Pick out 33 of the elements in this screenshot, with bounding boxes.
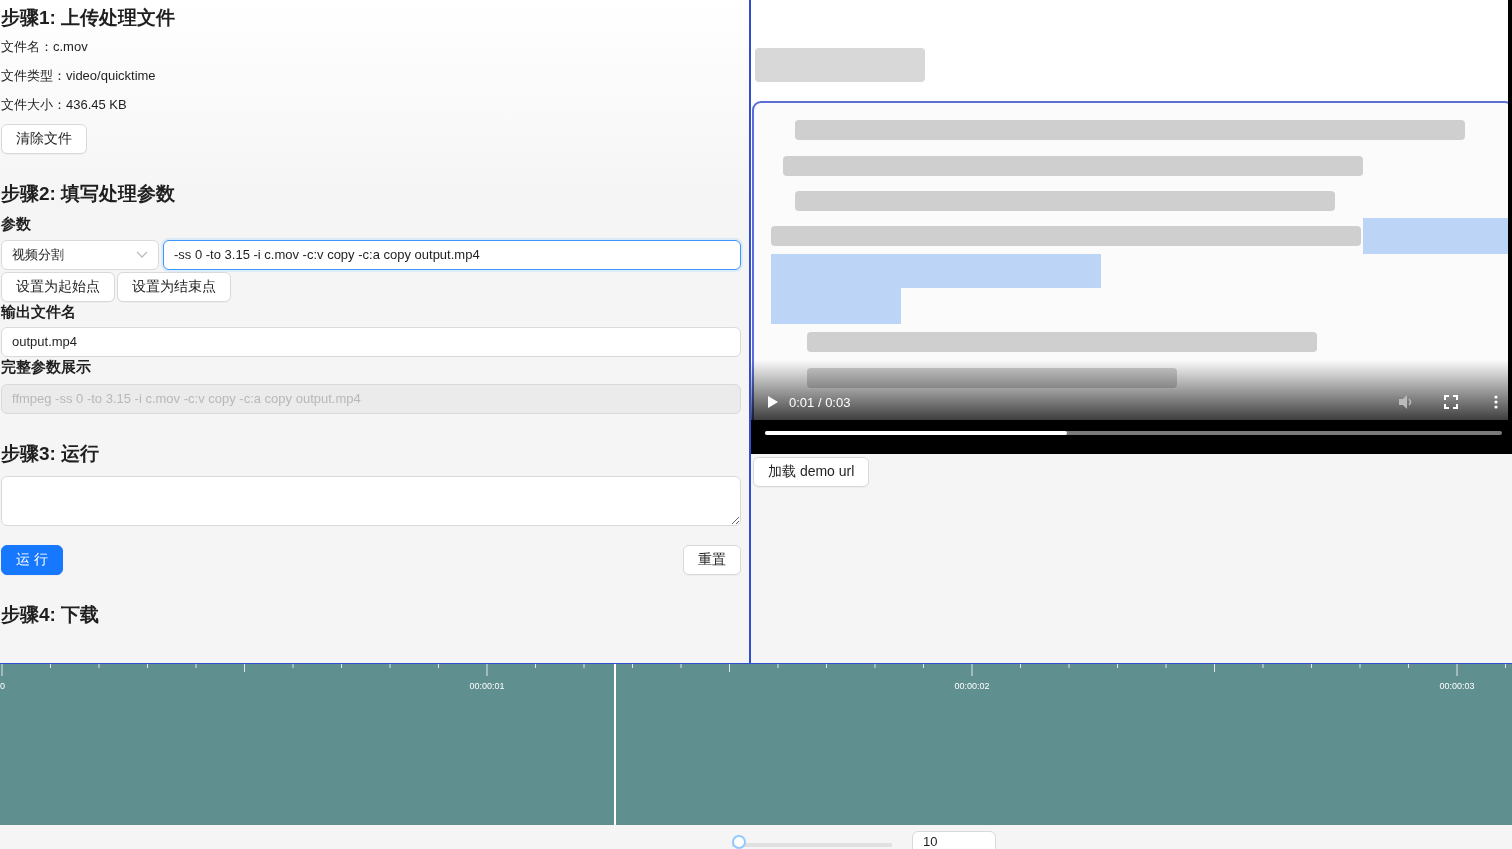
time-label: 00:00:02 [954, 681, 990, 691]
playhead[interactable] [613, 664, 616, 825]
reset-button[interactable]: 重置 [683, 545, 741, 575]
file-info-text: 文件名：c.mov [1, 38, 89, 56]
set-point-button[interactable]: 设置为起始点 [1, 272, 115, 302]
clear-file-button[interactable]: 清除文件 [1, 124, 87, 154]
mode-dropdown[interactable]: 视频分割 [1, 240, 159, 270]
file-info-text: 文件类型：video/quicktime [1, 67, 157, 85]
section-heading: 步骤4: 下载 [1, 603, 101, 627]
time-label: 00:00:01 [469, 681, 505, 691]
zoom-input[interactable]: 10 [912, 831, 996, 849]
more-options-icon[interactable] [1494, 395, 1498, 409]
time-label: 00:00:03 [1439, 681, 1475, 691]
chevron-down-icon [136, 251, 148, 259]
section-heading: 步骤1: 上传处理文件 [1, 6, 177, 30]
volume-icon[interactable] [1398, 394, 1414, 410]
file-info-text: 文件大小：436.45 KB [1, 96, 128, 114]
play-icon[interactable] [767, 395, 779, 409]
section-heading: 步骤2: 填写处理参数 [1, 182, 177, 206]
slider-thumb[interactable] [732, 835, 746, 849]
video-progress-bar[interactable] [765, 431, 1502, 435]
fullscreen-icon[interactable] [1444, 395, 1458, 409]
params-input[interactable]: -ss 0 -to 3.15 -i c.mov -c:v copy -c:a copy output.mp4 [163, 240, 741, 270]
output-filename-input[interactable]: output.mp4 [1, 327, 741, 357]
field-label: 输出文件名 [1, 302, 77, 322]
load-demo-button[interactable]: 加载 demo url [753, 457, 870, 487]
set-point-button[interactable]: 设置为结束点 [117, 272, 231, 302]
field-label: 参数 [1, 214, 32, 234]
field-label: 完整参数展示 [1, 357, 92, 377]
time-display: 0:01 / 0:03 [789, 394, 851, 410]
run-button[interactable]: 运 行 [1, 545, 63, 575]
time-label: 0 [0, 681, 5, 691]
section-heading: 步骤3: 运行 [1, 442, 101, 466]
